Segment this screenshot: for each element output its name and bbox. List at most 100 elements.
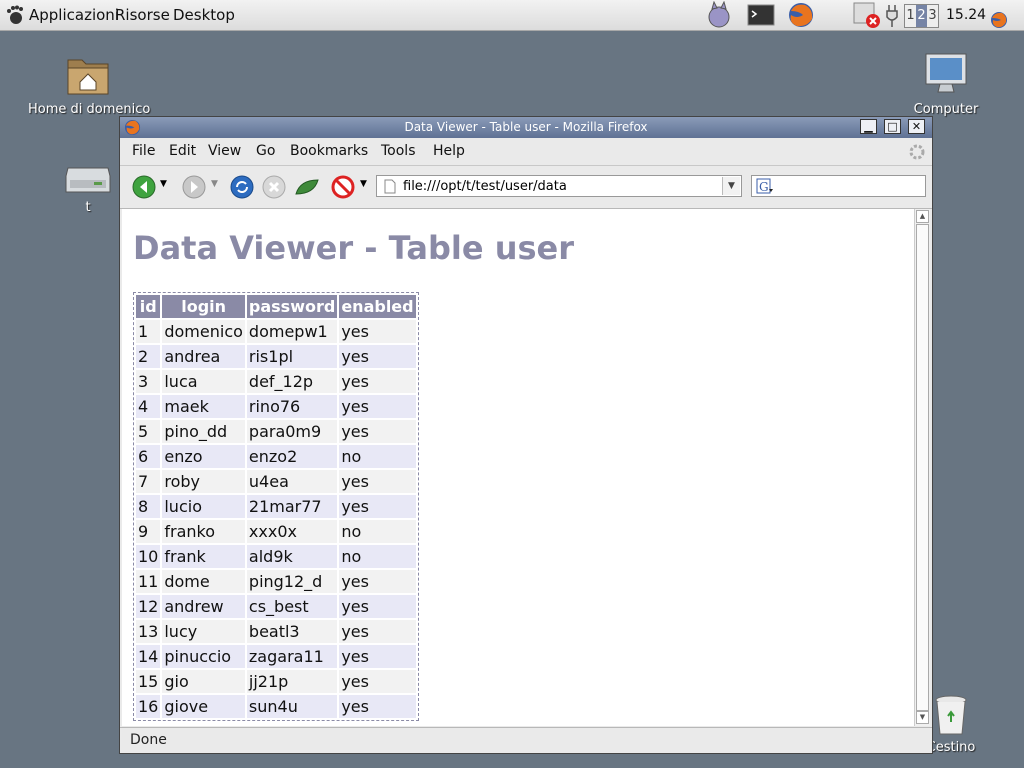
menu-tools[interactable]: Tools	[381, 138, 416, 165]
desktop-label-computer: Computer	[913, 102, 979, 117]
drive-icon	[65, 167, 111, 193]
menu-file[interactable]: File	[132, 138, 155, 165]
table-row: 1 domenico domepw1 yes	[136, 320, 416, 343]
cell-id: 7	[136, 470, 161, 493]
firefox-launcher-icon[interactable]	[785, 1, 817, 29]
desktop-icon-t[interactable]: t	[58, 162, 118, 215]
menu-places[interactable]: Risorse	[115, 0, 170, 30]
search-input[interactable]	[776, 177, 922, 195]
status-text: Done	[130, 732, 167, 748]
desktop-icon-home[interactable]: Home di domenico	[28, 52, 150, 117]
menubar: File Edit View Go Bookmarks Tools Help	[120, 138, 932, 166]
cell-enabled: yes	[339, 320, 416, 343]
cell-enabled: yes	[339, 420, 416, 443]
cell-password: beatl3	[246, 620, 338, 643]
menu-desktop[interactable]: Desktop	[173, 0, 235, 30]
menu-go[interactable]: Go	[256, 138, 275, 165]
cell-id: 3	[136, 370, 161, 393]
forward-history-dropdown[interactable]: ▼	[211, 179, 218, 189]
cell-id: 9	[136, 520, 161, 543]
terminal-launcher-icon[interactable]	[745, 1, 777, 29]
reload-icon[interactable]	[230, 175, 254, 199]
trash-icon	[935, 695, 967, 735]
computer-icon	[925, 53, 967, 93]
cell-password: enzo2	[246, 445, 338, 468]
desktop-icon-trash[interactable]: Cestino	[926, 694, 976, 755]
clock[interactable]: 15.24	[946, 0, 986, 30]
url-input[interactable]	[403, 177, 713, 195]
back-icon[interactable]	[132, 175, 156, 199]
workspace-3[interactable]: 3	[927, 5, 938, 27]
cell-enabled: yes	[339, 595, 416, 618]
vertical-scrollbar[interactable]: ▲ ▼	[914, 209, 930, 726]
svg-text:G: G	[759, 180, 769, 194]
cell-login: luca	[162, 370, 245, 393]
cell-login: domenico	[162, 320, 245, 343]
menu-view[interactable]: View	[208, 138, 241, 165]
table-body: 1 domenico domepw1 yes 2 andrea ris1pl yes 3 luca…	[136, 320, 416, 718]
cell-enabled: yes	[339, 670, 416, 693]
window-titlebar[interactable]: Data Viewer - Table user - Mozilla Firef…	[120, 117, 932, 138]
cell-id: 11	[136, 570, 161, 593]
close-button[interactable]: ✕	[908, 119, 925, 134]
cell-login: andrea	[162, 345, 245, 368]
cell-login: dome	[162, 570, 245, 593]
cell-id: 10	[136, 545, 161, 568]
cell-password: para0m9	[246, 420, 338, 443]
scrollbar-thumb[interactable]	[916, 224, 929, 711]
table-header-row: id login password enabled	[136, 295, 416, 318]
power-plug-icon[interactable]	[884, 1, 902, 29]
url-history-dropdown[interactable]: ▼	[722, 177, 740, 195]
table-row: 7 roby u4ea yes	[136, 470, 416, 493]
cell-id: 14	[136, 645, 161, 668]
menu-edit[interactable]: Edit	[169, 138, 196, 165]
minimize-button[interactable]: ▁	[860, 119, 877, 134]
cell-login: andrew	[162, 595, 245, 618]
workspace-switcher[interactable]: 1 2 3	[904, 4, 939, 28]
scroll-up-button[interactable]: ▲	[916, 210, 929, 223]
page-icon	[384, 179, 396, 194]
scroll-down-button[interactable]: ▼	[916, 711, 929, 724]
table-row: 4 maek rino76 yes	[136, 395, 416, 418]
search-bar[interactable]: G	[751, 175, 926, 197]
desktop-icon-computer[interactable]: Computer	[906, 50, 986, 117]
google-search-engine-icon[interactable]: G	[756, 178, 774, 194]
adblock-dropdown[interactable]: ▼	[360, 179, 367, 189]
cell-password: jj21p	[246, 670, 338, 693]
table-row: 13 lucy beatl3 yes	[136, 620, 416, 643]
gaim-launcher-icon[interactable]	[703, 1, 735, 29]
back-history-dropdown[interactable]: ▼	[160, 179, 167, 189]
firefox-tray-icon[interactable]	[990, 6, 1008, 34]
home-leaf-icon[interactable]	[294, 176, 320, 198]
url-bar[interactable]: ▼	[376, 175, 742, 197]
firefox-window: Data Viewer - Table user - Mozilla Firef…	[119, 116, 933, 754]
cell-login: enzo	[162, 445, 245, 468]
cell-enabled: yes	[339, 470, 416, 493]
cell-id: 4	[136, 395, 161, 418]
forward-icon[interactable]	[182, 175, 206, 199]
stop-icon[interactable]	[262, 175, 286, 199]
table-row: 12 andrew cs_best yes	[136, 595, 416, 618]
cell-enabled: yes	[339, 370, 416, 393]
cell-id: 13	[136, 620, 161, 643]
cell-password: rino76	[246, 395, 338, 418]
maximize-button[interactable]: □	[884, 119, 901, 134]
cell-login: franko	[162, 520, 245, 543]
menu-help[interactable]: Help	[433, 138, 465, 165]
table-row: 14 pinuccio zagara11 yes	[136, 645, 416, 668]
table-row: 10 frank ald9k no	[136, 545, 416, 568]
cell-enabled: no	[339, 445, 416, 468]
menu-applications[interactable]: Applicazioni	[29, 0, 119, 30]
menu-bookmarks[interactable]: Bookmarks	[290, 138, 368, 165]
workspace-2[interactable]: 2	[916, 5, 927, 27]
gnome-foot-icon[interactable]	[5, 5, 25, 25]
cell-id: 5	[136, 420, 161, 443]
network-disconnected-icon[interactable]	[852, 1, 882, 29]
cell-password: xxx0x	[246, 520, 338, 543]
workspace-1[interactable]: 1	[905, 5, 916, 27]
adblock-icon[interactable]	[331, 175, 355, 199]
cell-enabled: yes	[339, 495, 416, 518]
cell-password: domepw1	[246, 320, 338, 343]
table-row: 8 lucio 21mar77 yes	[136, 495, 416, 518]
cell-login: giove	[162, 695, 245, 718]
